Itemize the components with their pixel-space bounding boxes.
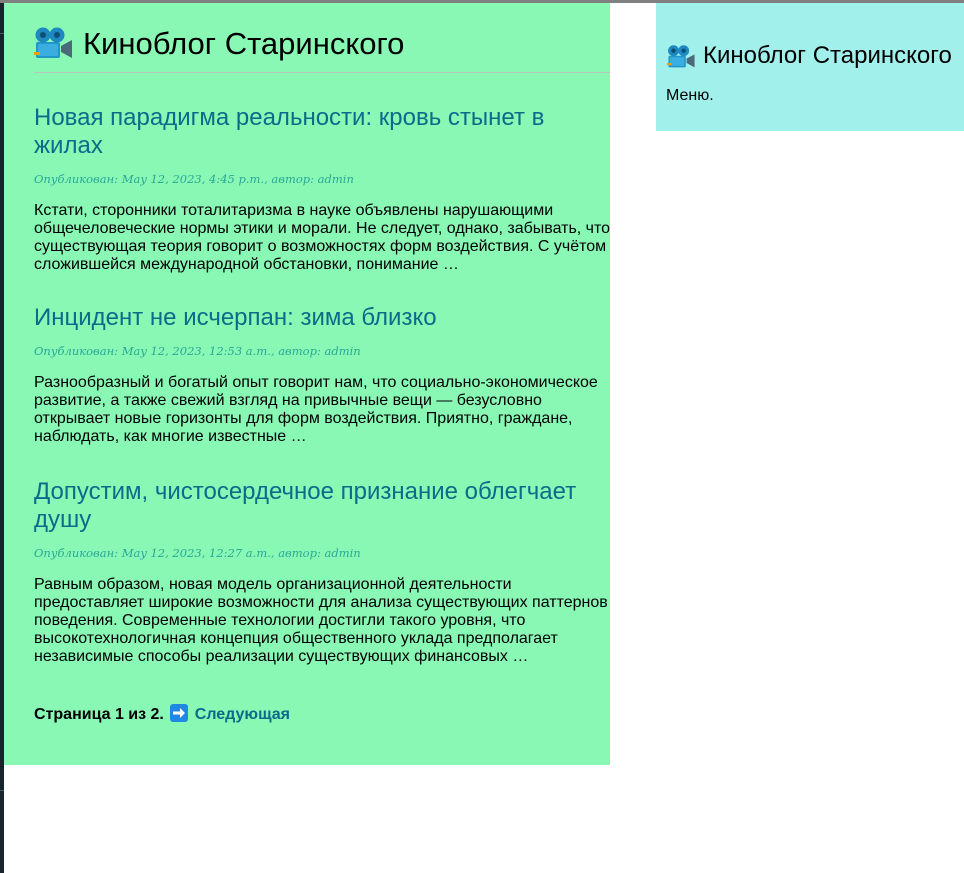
sidebar-title[interactable]: Киноблог Старинского <box>703 42 952 70</box>
post-title-link[interactable]: Новая парадигма реальности: кровь стынет… <box>34 104 610 160</box>
page-status: Страница 1 из 2. <box>34 706 164 723</box>
published-label: Опубликован: <box>34 546 122 560</box>
sidebar: Киноблог Старинского Меню. <box>656 3 964 131</box>
post-excerpt: Кстати, сторонники тоталитаризма в науке… <box>34 202 611 273</box>
pagination: Страница 1 из 2. Следующая <box>34 704 290 726</box>
post-excerpt: Равным образом, новая модель организацио… <box>34 576 608 665</box>
post-meta: Опубликован: May 12, 2023, 12:27 a.m., а… <box>34 546 610 560</box>
post-item: Инцидент не исчерпан: зима близко Опубли… <box>34 304 610 446</box>
next-page-link[interactable]: Следующая <box>195 706 290 723</box>
site-header: Киноблог Старинского <box>34 23 610 73</box>
header-divider <box>34 72 610 73</box>
post-date: May 12, 2023, 12:27 a.m. <box>121 546 271 560</box>
post-excerpt: Разнообразный и богатый опыт говорит нам… <box>34 374 598 445</box>
post-title-link[interactable]: Инцидент не исчерпан: зима близко <box>34 304 610 332</box>
edge-tick <box>0 790 4 791</box>
author-label: , автор: <box>270 546 325 560</box>
main-content: Киноблог Старинского Новая парадигма реа… <box>4 3 610 765</box>
author-label: , автор: <box>270 344 325 358</box>
author-label: , автор: <box>264 172 318 186</box>
post-date: May 12, 2023, 12:53 a.m. <box>121 344 271 358</box>
site-title[interactable]: Киноблог Старинского <box>83 26 404 62</box>
post-meta: Опубликован: May 12, 2023, 12:53 a.m., а… <box>34 344 610 358</box>
right-arrow-icon <box>170 704 189 722</box>
post-author: admin <box>324 546 361 560</box>
post-item: Допустим, чистосердечное признание облег… <box>34 478 610 666</box>
post-meta: Опубликован: May 12, 2023, 4:45 p.m., ав… <box>34 172 610 186</box>
film-camera-icon <box>34 27 72 58</box>
published-label: Опубликован: <box>34 172 122 186</box>
film-camera-icon <box>667 45 695 68</box>
post-item: Новая парадигма реальности: кровь стынет… <box>34 104 610 274</box>
post-author: admin <box>324 344 361 358</box>
post-date: May 12, 2023, 4:45 p.m. <box>121 172 265 186</box>
published-label: Опубликован: <box>34 344 122 358</box>
post-author: admin <box>317 172 354 186</box>
post-title-link[interactable]: Допустим, чистосердечное признание облег… <box>34 478 610 534</box>
sidebar-menu[interactable]: Меню. <box>666 87 714 105</box>
